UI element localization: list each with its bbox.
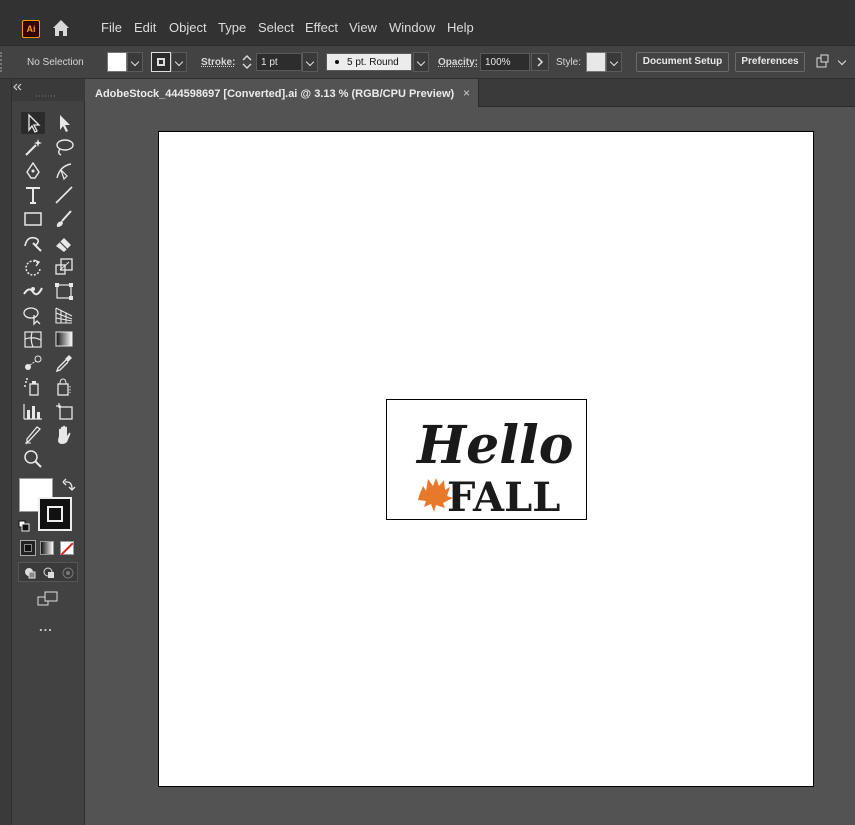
slice-tool-icon[interactable] [21,424,45,446]
brush-definition[interactable]: 5 pt. Round [326,53,412,71]
color-mode-button[interactable] [20,540,36,556]
shape-builder-tool-icon[interactable] [21,304,45,326]
stroke-weight-dropdown[interactable] [302,52,318,72]
selection-status: No Selection [27,57,84,68]
menu-edit[interactable]: Edit [134,20,156,35]
column-graph-tool-icon[interactable] [21,400,45,422]
collapsed-panel-strip[interactable] [0,79,12,825]
draw-mode-group [18,562,78,582]
menu-view[interactable]: View [349,20,377,35]
selection-tool-icon[interactable] [21,112,45,134]
control-bar-grip[interactable] [0,52,8,72]
preferences-button[interactable]: Preferences [735,52,805,72]
opacity-label[interactable]: Opacity: [438,57,478,68]
magic-wand-tool-icon[interactable] [21,136,45,158]
document-tab-bar: AdobeStock_444598697 [Converted].ai @ 3.… [85,79,855,107]
document-tab[interactable]: AdobeStock_444598697 [Converted].ai @ 3.… [85,79,479,107]
stroke-label[interactable]: Stroke: [201,57,235,68]
symbol-sprayer-tool-icon[interactable] [21,376,45,398]
gradient-tool-icon[interactable] [52,328,76,350]
panel-menu-dropdown[interactable] [835,52,851,72]
brush-label: 5 pt. Round [347,57,399,68]
direct-selection-tool-icon[interactable] [52,112,76,134]
graphic-style-swatch[interactable] [586,52,606,72]
change-screen-mode-icon[interactable] [36,590,60,608]
default-fill-stroke-icon[interactable] [18,519,30,532]
eraser-tool-icon[interactable] [52,232,76,254]
draw-inside-icon[interactable] [61,566,75,580]
menu-type[interactable]: Type [218,20,246,35]
fill-swatch[interactable] [107,52,127,72]
eyedropper-tool-icon[interactable] [52,352,76,374]
fall-text: FALL [447,474,560,519]
free-transform-tool-icon[interactable] [52,280,76,302]
arrange-documents-icon[interactable] [814,54,832,72]
scale-tool-icon[interactable] [52,256,76,278]
swap-fill-stroke-icon[interactable] [62,478,76,492]
document-tab-title[interactable]: AdobeStock_444598697 [Converted].ai @ 3.… [95,88,454,100]
live-paint-bucket-tool-icon[interactable] [52,376,76,398]
document-setup-button[interactable]: Document Setup [636,52,729,72]
brush-dot-icon [335,60,339,64]
close-icon[interactable]: × [463,86,470,100]
menu-help[interactable]: Help [447,20,474,35]
mesh-tool-icon[interactable] [21,328,45,350]
shaper-tool-icon[interactable] [21,232,45,254]
artboard-tool-icon[interactable] [52,400,76,422]
menu-select[interactable]: Select [258,20,294,35]
brush-dropdown[interactable] [413,52,429,72]
control-bar: No Selection Stroke: 1 pt 5 pt. Round Op… [0,46,855,79]
curvature-tool-icon[interactable] [52,160,76,182]
stroke-color-box[interactable] [38,497,72,531]
color-mode-inner [24,544,32,552]
canvas-area[interactable]: Hello FALL [85,107,855,825]
app-logo: Ai [22,20,40,38]
style-label: Style: [556,57,582,68]
draw-behind-icon[interactable] [42,566,56,580]
menu-bar: Ai File Edit Object Type Select Effect V… [0,0,855,46]
rotate-tool-icon[interactable] [21,256,45,278]
menu-effect[interactable]: Effect [305,20,338,35]
width-tool-icon[interactable] [21,280,45,302]
stroke-swatch-inner [157,58,165,66]
rectangle-tool-icon[interactable] [21,208,45,230]
stroke-stepper[interactable] [240,53,254,71]
home-icon[interactable] [50,17,72,39]
perspective-grid-tool-icon[interactable] [52,304,76,326]
tools-panel: ... [12,79,85,825]
type-tool-icon[interactable] [21,184,45,206]
artboard[interactable]: Hello FALL [158,131,814,787]
artwork-hello-fall[interactable]: Hello FALL [386,399,587,521]
zoom-tool-icon[interactable] [21,448,45,470]
stroke-swatch[interactable] [151,52,171,72]
line-segment-tool-icon[interactable] [52,184,76,206]
draw-normal-icon[interactable] [23,566,37,580]
pen-tool-icon[interactable] [21,160,45,182]
graphic-style-dropdown[interactable] [606,52,622,72]
fill-dropdown[interactable] [127,52,143,72]
artwork-graphic: Hello FALL [415,415,573,521]
toolbar-grip[interactable] [12,79,85,101]
opacity-expand-button[interactable] [531,53,549,71]
paintbrush-tool-icon[interactable] [52,208,76,230]
menu-window[interactable]: Window [389,20,435,35]
blend-tool-icon[interactable] [21,352,45,374]
none-mode-button[interactable] [60,541,74,556]
stroke-weight-field[interactable]: 1 pt [256,53,302,71]
hand-tool-icon[interactable] [52,424,76,446]
lasso-tool-icon[interactable] [52,136,76,158]
stroke-color-box-inner [47,506,63,522]
gradient-mode-button[interactable] [40,541,54,555]
edit-toolbar-button[interactable]: ... [39,619,53,634]
opacity-field[interactable]: 100% [480,53,530,71]
stroke-color-dropdown[interactable] [171,52,187,72]
menu-object[interactable]: Object [169,20,207,35]
hello-text: Hello [415,415,573,476]
menu-file[interactable]: File [101,20,122,35]
